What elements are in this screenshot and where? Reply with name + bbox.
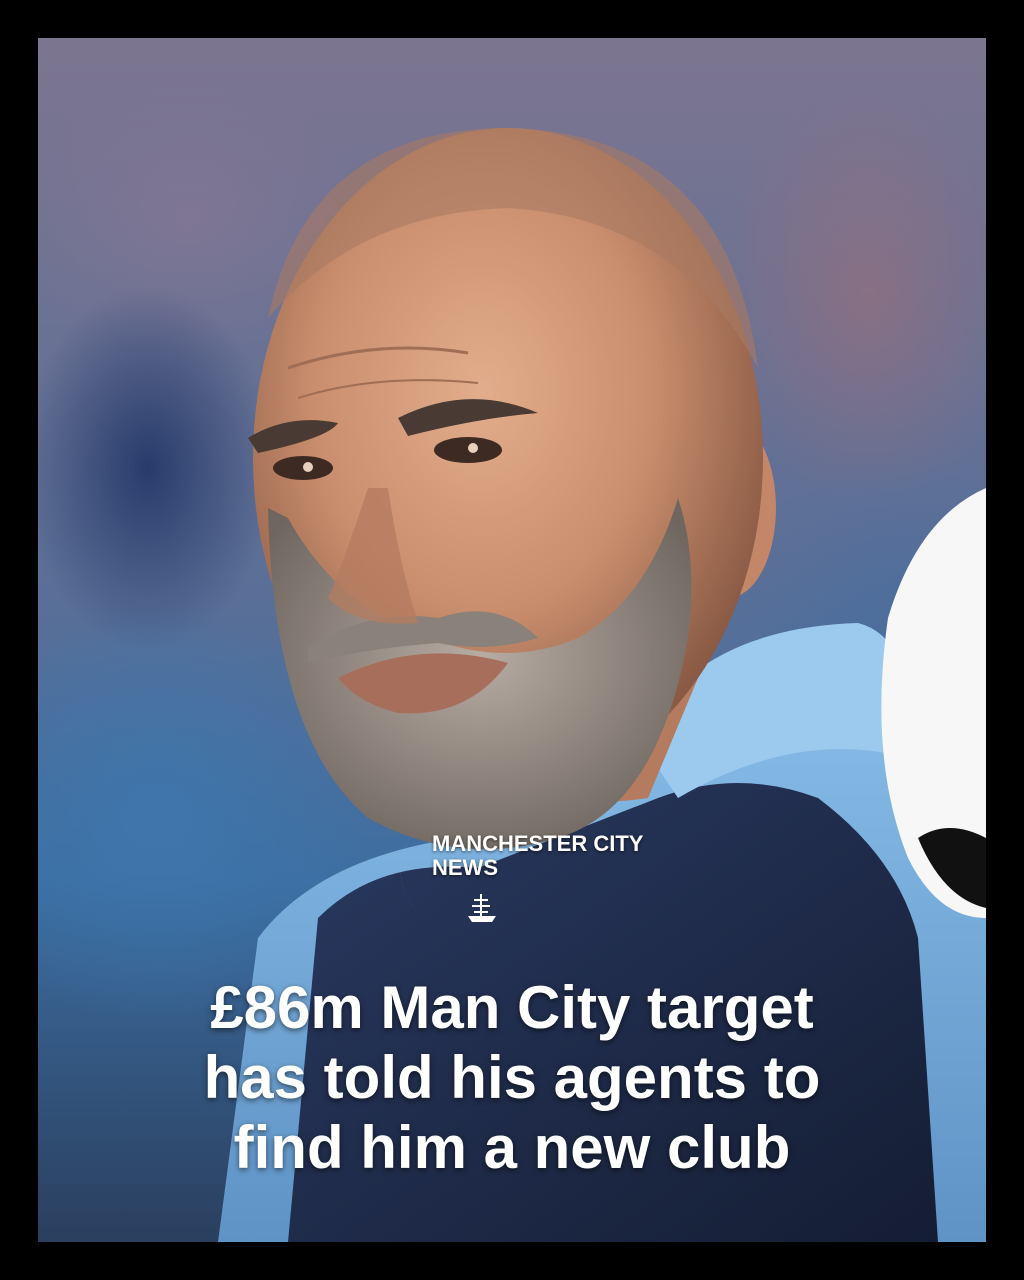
headline: £86m Man City target has told his agents…: [38, 973, 986, 1183]
manchester-city-news-logo: MANCHESTER CITY NEWS: [368, 808, 668, 938]
news-graphic-frame: MANCHESTER CITY NEWS £86m Man City targe…: [38, 38, 986, 1242]
logo-text: MANCHESTER CITY NEWS: [432, 832, 643, 880]
headline-line-2: has told his agents to: [203, 1044, 821, 1111]
headline-line-1: £86m Man City target: [210, 974, 814, 1041]
logo-title: MANCHESTER CITY: [432, 831, 644, 856]
ship-icon: [468, 894, 496, 922]
logo-subtitle: NEWS: [432, 855, 498, 880]
headline-line-3: find him a new club: [233, 1114, 791, 1181]
